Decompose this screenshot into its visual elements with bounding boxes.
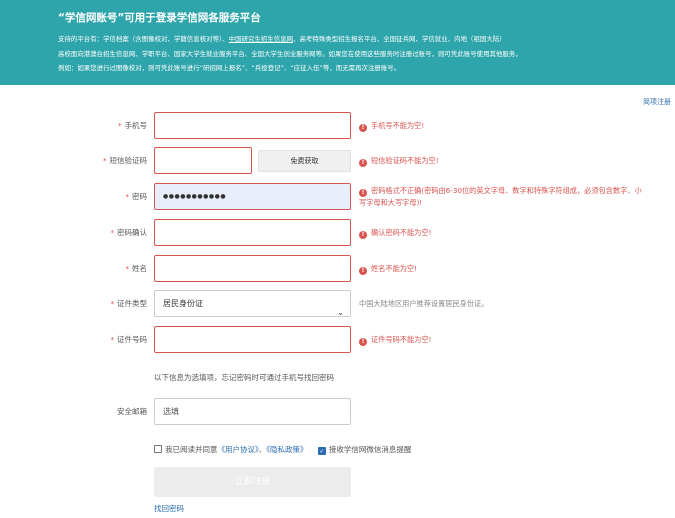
- password-row: * 密码 ●●●●●●●●●●● ! 密码格式不正确(密码由6-30位的英文字母、数…: [0, 183, 675, 211]
- password-input[interactable]: ●●●●●●●●●●●: [154, 183, 351, 210]
- phone-error: ! 手机号不能为空!: [359, 120, 424, 132]
- name-input[interactable]: [154, 255, 351, 282]
- id-number-input[interactable]: [154, 326, 351, 353]
- phone-input[interactable]: [154, 112, 351, 139]
- email-row: 安全邮箱 选填: [0, 398, 675, 426]
- banner-line1: 支持的平台有：学信档案（含图像校对、学籍信息核对等）、: [58, 35, 229, 43]
- agree-text: 我已阅读并同意: [165, 445, 218, 454]
- id-type-row: * 证件类型 居民身份证 ⌄ 中国大陆地区用户推荐设置居民身份证。: [0, 290, 675, 318]
- password-confirm-input[interactable]: [154, 219, 351, 246]
- name-row: * 姓名 ! 姓名不能为空!: [0, 255, 675, 283]
- id-number-label: * 证件号码: [110, 335, 148, 344]
- user-agreement-link[interactable]: 《用户协议》: [218, 445, 259, 454]
- error-icon: !: [359, 231, 367, 239]
- error-icon: !: [359, 124, 367, 132]
- phone-row: * 手机号 ! 手机号不能为空!: [0, 112, 675, 140]
- error-icon: !: [359, 267, 367, 275]
- get-code-button[interactable]: 免费获取: [258, 150, 351, 172]
- password-confirm-row: * 密码确认 ! 确认密码不能为空!: [0, 219, 675, 247]
- password-confirm-error: ! 确认密码不能为空!: [359, 227, 431, 239]
- banner-line1-end: 、高考特殊类型招生报名平台、全国征兵网、学信就业、内地（祖国大陆）: [293, 35, 506, 43]
- register-button[interactable]: 立即注册: [154, 467, 351, 497]
- sms-error: ! 短信验证码不能为空!: [359, 155, 439, 167]
- id-type-hint: 中国大陆地区用户推荐设置居民身份证。: [359, 299, 489, 308]
- agree-checkbox[interactable]: [154, 445, 162, 453]
- sms-input[interactable]: [154, 147, 252, 174]
- banner-line2: 高校面向港澳台招生信息网、学职平台、国家大学生就业服务平台、全国大学生创业服务网…: [58, 49, 522, 58]
- sms-row: * 短信验证码 免费获取 ! 短信验证码不能为空!: [0, 147, 675, 175]
- agreement-row: 我已阅读并同意《用户协议》、《隐私政策》 ✓ 接收学信网微信消息提醒: [154, 444, 411, 455]
- email-label: 安全邮箱: [117, 407, 147, 416]
- find-password-link[interactable]: 找回密码: [154, 503, 184, 514]
- id-type-label: * 证件类型: [110, 299, 148, 308]
- banner-title: “学信网账号”可用于登录学信网各服务平台: [58, 12, 261, 24]
- optional-note: 以下信息为选填项，忘记密码时可通过手机号找回密码: [154, 373, 334, 382]
- error-icon: !: [359, 189, 367, 197]
- email-input[interactable]: 选填: [154, 398, 351, 425]
- id-number-error: ! 证件号码不能为空!: [359, 334, 431, 346]
- banner-text: 支持的平台有：学信档案（含图像校对、学籍信息核对等）、中国研究生招生信息网、高考…: [58, 32, 617, 76]
- wechat-checkbox[interactable]: ✓: [317, 447, 326, 455]
- simple-register-link[interactable]: 简项注册: [643, 97, 671, 107]
- wechat-text: 接收学信网微信消息提醒: [328, 445, 412, 454]
- info-banner: “学信网账号”可用于登录学信网各服务平台 支持的平台有：学信档案（含图像校对、学…: [0, 0, 675, 85]
- name-label: * 姓名: [125, 264, 148, 273]
- name-error: ! 姓名不能为空!: [359, 263, 417, 275]
- chevron-down-icon: ⌄: [337, 308, 344, 317]
- error-icon: !: [359, 338, 367, 346]
- yanzhao-link[interactable]: 中国研究生招生信息网: [229, 35, 293, 43]
- error-icon: !: [359, 159, 367, 167]
- id-number-row: * 证件号码 ! 证件号码不能为空!: [0, 326, 675, 354]
- id-type-select[interactable]: 居民身份证 ⌄: [154, 290, 351, 317]
- phone-label: * 手机号: [118, 121, 147, 130]
- password-error: ! 密码格式不正确(密码由6-30位的英文字母、数字和特殊字符组成，必须包含数字、…: [359, 186, 642, 207]
- banner-line3: 例如：如果您进行过图像校对，则可凭此账号进行“研招网上报名”、“兵役登记”、“应…: [58, 64, 401, 72]
- privacy-policy-link[interactable]: 《隐私政策》: [266, 445, 307, 454]
- password-confirm-label: * 密码确认: [110, 228, 148, 237]
- sms-label: * 短信验证码: [103, 156, 147, 165]
- password-label: * 密码: [125, 192, 148, 201]
